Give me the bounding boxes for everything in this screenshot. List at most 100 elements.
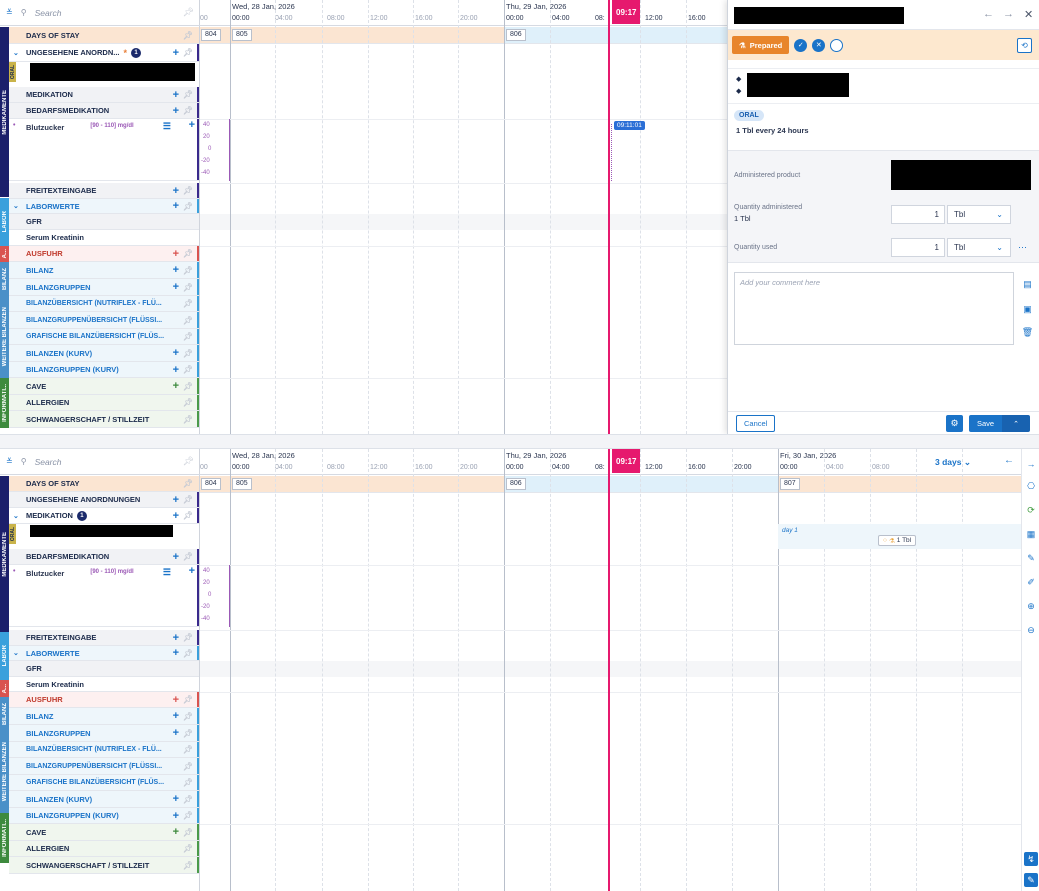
pin-icon[interactable]: 📌︎ — [183, 202, 193, 211]
row-bilanzgruppen[interactable]: BILANZGRUPPEN + 📌︎ — [9, 279, 199, 296]
pen-icon[interactable]: ✎ — [1024, 873, 1038, 887]
add-icon[interactable]: + — [173, 185, 179, 197]
add-icon[interactable]: + — [173, 793, 179, 805]
pin-icon[interactable]: 📌︎ — [183, 249, 193, 258]
row-medikation[interactable]: MEDIKATION + 📌︎ — [9, 87, 199, 103]
pin-icon[interactable]: 📌︎ — [183, 299, 193, 308]
more-icon[interactable]: ⋯ — [1018, 242, 1027, 253]
add-icon[interactable]: + — [189, 565, 195, 577]
chevron-down-icon[interactable]: ⌄ — [13, 649, 19, 657]
pin-icon[interactable]: 📌︎ — [183, 456, 194, 467]
row-days-of-stay[interactable]: DAYS OF STAY 📌︎ — [9, 476, 199, 492]
add-icon[interactable]: + — [173, 632, 179, 644]
pin-icon[interactable]: 📌︎ — [183, 90, 193, 99]
chevron-down-icon[interactable]: ⌄ — [13, 49, 19, 57]
row-allergien[interactable]: ALLERGIEN 📌︎ — [9, 395, 199, 411]
pin-icon[interactable]: 📌︎ — [183, 811, 193, 820]
arrow-right-icon[interactable]: → — [1024, 457, 1038, 471]
prepared-status-button[interactable]: ⚗︎ Prepared — [732, 36, 790, 54]
row-ausfuhr[interactable]: AUSFUHR + 📌︎ — [9, 692, 199, 708]
row-bilanzen-kurv[interactable]: BILANZEN (KURV) + 📌︎ — [9, 345, 199, 362]
pin-icon[interactable]: 📌︎ — [183, 844, 193, 853]
qty-used-unit-select[interactable]: Tbl ⌄ — [947, 238, 1011, 257]
row-bilanzgruppen[interactable]: BILANZGRUPPEN + 📌︎ — [9, 725, 199, 742]
range-select[interactable]: 3 days ⌄ — [935, 457, 971, 468]
row-freitext[interactable]: FREITEXTEINGABE + 📌︎ — [9, 630, 199, 646]
pin-icon[interactable]: 📌︎ — [183, 552, 193, 561]
administration-chip[interactable]: ○ ⚗︎ 1 Tbl — [878, 535, 917, 546]
collapse-all-icon[interactable]: ≚ — [6, 8, 13, 17]
row-laborwerte[interactable]: ⌄ LABORWERTE + 📌︎ — [9, 199, 199, 214]
row-bilanzen-kurv[interactable]: BILANZEN (KURV) + 📌︎ — [9, 791, 199, 808]
pin-icon[interactable]: 📌︎ — [183, 31, 193, 40]
row-bedarfsmedikation[interactable]: BEDARFSMEDIKATION + 📌︎ — [9, 103, 199, 119]
save-options-chevron-icon[interactable]: ⌃ — [1002, 415, 1030, 432]
lock-icon[interactable]: ⎔ — [1024, 479, 1038, 493]
stay-chip[interactable]: 804 — [201, 478, 221, 490]
collapse-all-icon[interactable]: ≚ — [6, 457, 13, 466]
pin-icon[interactable]: 📌︎ — [183, 316, 193, 325]
pin-icon[interactable]: 📌︎ — [183, 495, 193, 504]
pin-icon[interactable]: 📌︎ — [183, 479, 193, 488]
save-button[interactable]: Save — [969, 415, 1003, 432]
chart-icon[interactable]: ↯ — [1024, 852, 1038, 866]
stay-chip[interactable]: 807 — [780, 478, 800, 490]
pin-icon[interactable]: 📌︎ — [183, 828, 193, 837]
pin-icon[interactable]: 📌︎ — [183, 382, 193, 391]
row-bilanzgruppen-kurv[interactable]: BILANZGRUPPEN (KURV) + 📌︎ — [9, 808, 199, 824]
add-icon[interactable]: + — [173, 248, 179, 260]
trash-icon[interactable]: 🗑︎ — [1021, 326, 1034, 339]
status-check-icon[interactable]: ✓ — [794, 38, 808, 52]
row-schwanger[interactable]: SCHWANGERSCHAFT / STILLZEIT 📌︎ — [9, 857, 199, 874]
stay-chip[interactable]: 805 — [232, 478, 252, 490]
add-icon[interactable]: + — [173, 89, 179, 101]
qty-used-input[interactable]: 1 — [891, 238, 945, 257]
row-laborwerte[interactable]: ⌄ LABORWERTE + 📌︎ — [9, 646, 199, 661]
row-cave[interactable]: CAVE + 📌︎ — [9, 824, 199, 841]
redacted-product[interactable] — [891, 160, 1031, 190]
row-allergien[interactable]: ALLERGIEN 📌︎ — [9, 841, 199, 857]
row-bilanzgruppenuebersicht[interactable]: BILANZGRUPPENÜBERSICHT (FLÜSSI... 📌︎ — [9, 758, 199, 775]
pin-icon[interactable]: 📌︎ — [183, 365, 193, 374]
add-icon[interactable]: + — [173, 105, 179, 117]
comment-textarea[interactable]: Add your comment here — [734, 272, 1014, 345]
top-search-input[interactable]: Search — [35, 8, 62, 18]
row-bedarfsmedikation[interactable]: BEDARFSMEDIKATION + 📌︎ — [9, 549, 199, 565]
chevron-down-icon[interactable]: ⌄ — [13, 512, 19, 520]
pin-icon[interactable]: 📌︎ — [183, 398, 193, 407]
add-icon[interactable]: + — [173, 364, 179, 376]
add-icon[interactable]: + — [173, 727, 179, 739]
add-icon[interactable]: + — [173, 710, 179, 722]
history-icon[interactable]: ⟲ — [1017, 38, 1032, 53]
bottom-search-row[interactable]: ≚ ⚲ Search 📌︎ — [0, 449, 200, 475]
row-serum[interactable]: Serum Kreatinin — [9, 677, 199, 692]
bottom-timeline[interactable]: Wed, 28 Jan, 2026 Thu, 29 Jan, 2026 Fri,… — [200, 449, 1021, 891]
row-cave[interactable]: CAVE + 📌︎ — [9, 378, 199, 395]
row-ungesehene[interactable]: ⌄ UNGESEHENE ANORDN... * 1 + 📌︎ — [9, 44, 199, 62]
pin-icon[interactable]: 📌︎ — [183, 745, 193, 754]
pin-icon[interactable]: 📌︎ — [183, 649, 193, 658]
add-icon[interactable]: + — [173, 281, 179, 293]
add-icon[interactable]: + — [173, 200, 179, 212]
pin-icon[interactable]: 📌︎ — [183, 349, 193, 358]
add-icon[interactable]: + — [173, 551, 179, 563]
chevron-down-icon[interactable]: ⌄ — [13, 202, 19, 210]
list-icon[interactable]: ☰ — [163, 567, 171, 578]
zoom-out-icon[interactable]: ⊖ — [1024, 623, 1038, 637]
save-disk-icon[interactable]: ▣ — [1021, 303, 1034, 316]
calendar-icon[interactable]: ▦ — [1024, 527, 1038, 541]
add-icon[interactable]: + — [173, 510, 179, 522]
row-serum[interactable]: Serum Kreatinin — [9, 230, 199, 246]
arrow-right-icon[interactable]: → — [1003, 8, 1014, 20]
add-icon[interactable]: + — [173, 647, 179, 659]
status-cancel-icon[interactable]: ✕ — [812, 38, 826, 52]
pin-icon[interactable]: 📌︎ — [183, 633, 193, 642]
top-timeline[interactable]: Wed, 28 Jan, 2026 Thu, 29 Jan, 2026 00 0… — [200, 0, 727, 434]
add-icon[interactable]: + — [173, 264, 179, 276]
zoom-in-icon[interactable]: ⊕ — [1024, 599, 1038, 613]
row-gfr[interactable]: GFR — [9, 661, 199, 677]
pin-icon[interactable]: 📌︎ — [183, 186, 193, 195]
pin-icon[interactable]: 📌︎ — [183, 266, 193, 275]
row-bilanzuebersicht[interactable]: BILANZÜBERSICHT (NUTRIFLEX - FLÜ... 📌︎ — [9, 742, 199, 758]
close-icon[interactable]: ✕ — [1024, 8, 1033, 21]
